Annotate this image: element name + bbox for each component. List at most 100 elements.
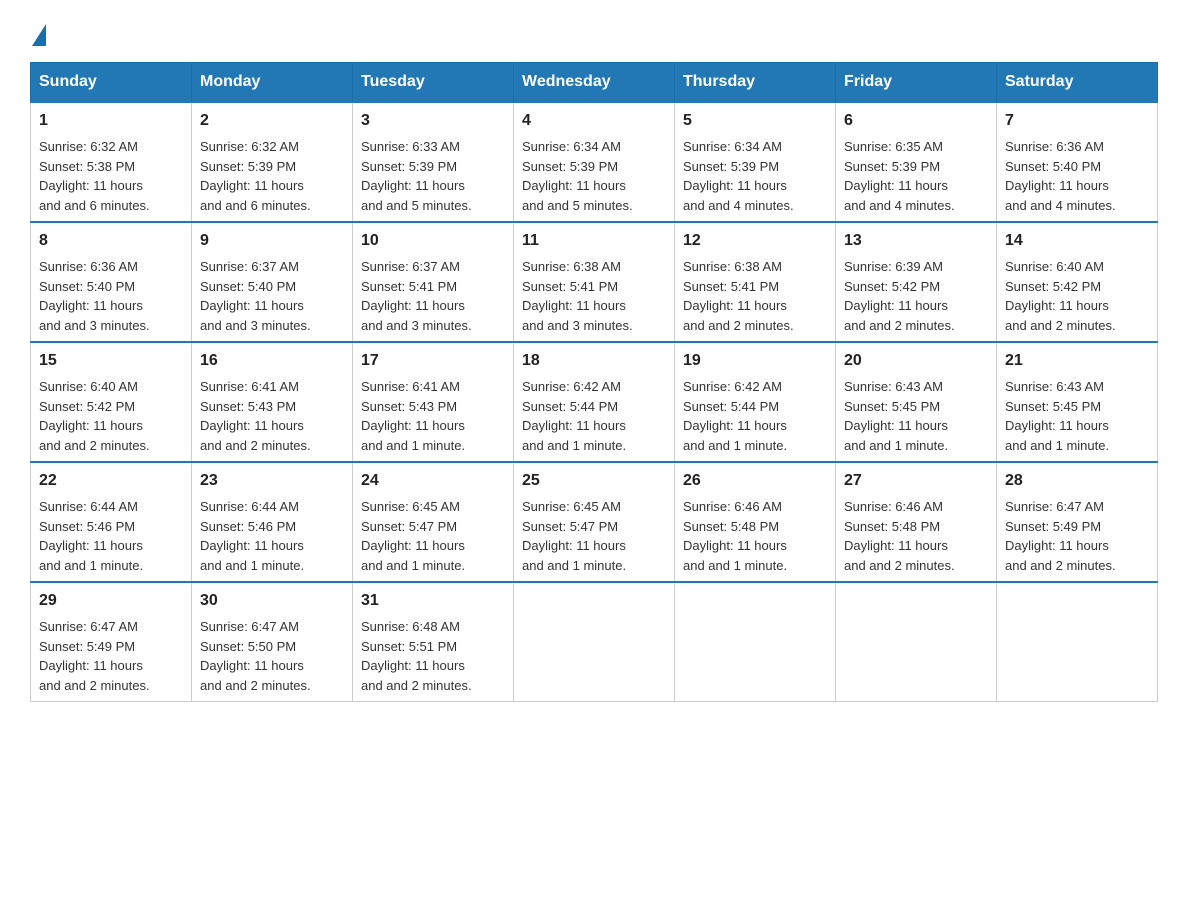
day-info: Sunrise: 6:39 AMSunset: 5:42 PMDaylight:… (844, 257, 988, 335)
calendar-cell: 9Sunrise: 6:37 AMSunset: 5:40 PMDaylight… (192, 222, 353, 342)
calendar-cell: 24 Sunrise: 6:45 AMSunset: 5:47 PMDayligh… (353, 462, 514, 582)
day-info: Sunrise: 6:44 AMSunset: 5:46 PMDaylight:… (200, 497, 344, 575)
day-number: 13 (844, 229, 988, 253)
day-info: Sunrise: 6:40 AMSunset: 5:42 PMDaylight:… (1005, 257, 1149, 335)
calendar-cell: 15Sunrise: 6:40 AMSunset: 5:42 PMDayligh… (31, 342, 192, 462)
calendar-cell: 1Sunrise: 6:32 AMSunset: 5:38 PMDaylight… (31, 102, 192, 222)
calendar-cell: 2 Sunrise: 6:32 AMSunset: 5:39 PMDaylight… (192, 102, 353, 222)
calendar-cell (997, 582, 1158, 702)
calendar-cell: 17Sunrise: 6:41 AMSunset: 5:43 PMDayligh… (353, 342, 514, 462)
day-info: Sunrise: 6:35 AMSunset: 5:39 PMDaylight:… (844, 137, 988, 215)
calendar-week-row-3: 15Sunrise: 6:40 AMSunset: 5:42 PMDayligh… (31, 342, 1158, 462)
day-number: 28 (1005, 469, 1149, 493)
calendar-cell: 7 Sunrise: 6:36 AMSunset: 5:40 PMDaylight… (997, 102, 1158, 222)
day-number: 6 (844, 109, 988, 133)
day-number: 19 (683, 349, 827, 373)
calendar-cell: 25Sunrise: 6:45 AMSunset: 5:47 PMDayligh… (514, 462, 675, 582)
calendar-cell: 16 Sunrise: 6:41 AMSunset: 5:43 PMDayligh… (192, 342, 353, 462)
day-number: 8 (39, 229, 183, 253)
logo-top (30, 20, 46, 46)
day-info: Sunrise: 6:34 AMSunset: 5:39 PMDaylight:… (683, 137, 827, 215)
day-number: 24 (361, 469, 505, 493)
calendar-cell: 19 Sunrise: 6:42 AMSunset: 5:44 PMDayligh… (675, 342, 836, 462)
weekday-header-friday: Friday (836, 63, 997, 103)
day-number: 4 (522, 109, 666, 133)
day-info: Sunrise: 6:45 AMSunset: 5:47 PMDaylight:… (361, 497, 505, 575)
day-number: 20 (844, 349, 988, 373)
weekday-header-sunday: Sunday (31, 63, 192, 103)
day-number: 18 (522, 349, 666, 373)
day-info: Sunrise: 6:41 AMSunset: 5:43 PMDaylight:… (200, 377, 344, 455)
calendar-table: SundayMondayTuesdayWednesdayThursdayFrid… (30, 62, 1158, 702)
calendar-cell: 26 Sunrise: 6:46 AMSunset: 5:48 PMDayligh… (675, 462, 836, 582)
day-number: 5 (683, 109, 827, 133)
day-number: 30 (200, 589, 344, 613)
day-number: 2 (200, 109, 344, 133)
calendar-cell: 29Sunrise: 6:47 AMSunset: 5:49 PMDayligh… (31, 582, 192, 702)
day-info: Sunrise: 6:43 AMSunset: 5:45 PMDaylight:… (1005, 377, 1149, 455)
weekday-header-thursday: Thursday (675, 63, 836, 103)
weekday-header-tuesday: Tuesday (353, 63, 514, 103)
day-info: Sunrise: 6:44 AMSunset: 5:46 PMDaylight:… (39, 497, 183, 575)
calendar-cell: 22Sunrise: 6:44 AMSunset: 5:46 PMDayligh… (31, 462, 192, 582)
weekday-header-row: SundayMondayTuesdayWednesdayThursdayFrid… (31, 63, 1158, 103)
calendar-cell (836, 582, 997, 702)
day-number: 27 (844, 469, 988, 493)
day-number: 14 (1005, 229, 1149, 253)
day-info: Sunrise: 6:38 AMSunset: 5:41 PMDaylight:… (683, 257, 827, 335)
day-info: Sunrise: 6:42 AMSunset: 5:44 PMDaylight:… (683, 377, 827, 455)
calendar-cell: 28 Sunrise: 6:47 AMSunset: 5:49 PMDayligh… (997, 462, 1158, 582)
day-info: Sunrise: 6:36 AMSunset: 5:40 PMDaylight:… (1005, 137, 1149, 215)
weekday-header-monday: Monday (192, 63, 353, 103)
calendar-cell: 13 Sunrise: 6:39 AMSunset: 5:42 PMDayligh… (836, 222, 997, 342)
calendar-cell: 4 Sunrise: 6:34 AMSunset: 5:39 PMDaylight… (514, 102, 675, 222)
day-info: Sunrise: 6:36 AMSunset: 5:40 PMDaylight:… (39, 257, 183, 335)
calendar-cell: 14 Sunrise: 6:40 AMSunset: 5:42 PMDayligh… (997, 222, 1158, 342)
day-number: 15 (39, 349, 183, 373)
day-number: 7 (1005, 109, 1149, 133)
calendar-cell: 21 Sunrise: 6:43 AMSunset: 5:45 PMDayligh… (997, 342, 1158, 462)
day-info: Sunrise: 6:47 AMSunset: 5:50 PMDaylight:… (200, 617, 344, 695)
calendar-cell (675, 582, 836, 702)
calendar-cell: 3Sunrise: 6:33 AMSunset: 5:39 PMDaylight… (353, 102, 514, 222)
calendar-cell: 8 Sunrise: 6:36 AMSunset: 5:40 PMDaylight… (31, 222, 192, 342)
calendar-cell: 18Sunrise: 6:42 AMSunset: 5:44 PMDayligh… (514, 342, 675, 462)
logo-triangle-icon (32, 24, 46, 46)
weekday-header-saturday: Saturday (997, 63, 1158, 103)
weekday-header-wednesday: Wednesday (514, 63, 675, 103)
day-number: 26 (683, 469, 827, 493)
day-number: 16 (200, 349, 344, 373)
day-info: Sunrise: 6:34 AMSunset: 5:39 PMDaylight:… (522, 137, 666, 215)
calendar-cell: 20Sunrise: 6:43 AMSunset: 5:45 PMDayligh… (836, 342, 997, 462)
day-info: Sunrise: 6:46 AMSunset: 5:48 PMDaylight:… (844, 497, 988, 575)
day-info: Sunrise: 6:37 AMSunset: 5:41 PMDaylight:… (361, 257, 505, 335)
calendar-cell: 6 Sunrise: 6:35 AMSunset: 5:39 PMDaylight… (836, 102, 997, 222)
day-number: 29 (39, 589, 183, 613)
day-number: 10 (361, 229, 505, 253)
calendar-cell: 31 Sunrise: 6:48 AMSunset: 5:51 PMDayligh… (353, 582, 514, 702)
day-number: 3 (361, 109, 505, 133)
day-number: 31 (361, 589, 505, 613)
day-info: Sunrise: 6:45 AMSunset: 5:47 PMDaylight:… (522, 497, 666, 575)
day-info: Sunrise: 6:46 AMSunset: 5:48 PMDaylight:… (683, 497, 827, 575)
day-number: 9 (200, 229, 344, 253)
day-number: 1 (39, 109, 183, 133)
day-info: Sunrise: 6:47 AMSunset: 5:49 PMDaylight:… (1005, 497, 1149, 575)
day-info: Sunrise: 6:32 AMSunset: 5:39 PMDaylight:… (200, 137, 344, 215)
calendar-week-row-4: 22Sunrise: 6:44 AMSunset: 5:46 PMDayligh… (31, 462, 1158, 582)
calendar-cell: 30 Sunrise: 6:47 AMSunset: 5:50 PMDayligh… (192, 582, 353, 702)
day-info: Sunrise: 6:48 AMSunset: 5:51 PMDaylight:… (361, 617, 505, 695)
calendar-cell: 10 Sunrise: 6:37 AMSunset: 5:41 PMDayligh… (353, 222, 514, 342)
day-number: 12 (683, 229, 827, 253)
calendar-week-row-5: 29Sunrise: 6:47 AMSunset: 5:49 PMDayligh… (31, 582, 1158, 702)
calendar-cell (514, 582, 675, 702)
day-info: Sunrise: 6:38 AMSunset: 5:41 PMDaylight:… (522, 257, 666, 335)
day-info: Sunrise: 6:41 AMSunset: 5:43 PMDaylight:… (361, 377, 505, 455)
calendar-cell: 5 Sunrise: 6:34 AMSunset: 5:39 PMDaylight… (675, 102, 836, 222)
day-number: 21 (1005, 349, 1149, 373)
calendar-cell: 12 Sunrise: 6:38 AMSunset: 5:41 PMDayligh… (675, 222, 836, 342)
calendar-cell: 11Sunrise: 6:38 AMSunset: 5:41 PMDayligh… (514, 222, 675, 342)
calendar-cell: 27 Sunrise: 6:46 AMSunset: 5:48 PMDayligh… (836, 462, 997, 582)
calendar-week-row-2: 8 Sunrise: 6:36 AMSunset: 5:40 PMDaylight… (31, 222, 1158, 342)
calendar-week-row-1: 1Sunrise: 6:32 AMSunset: 5:38 PMDaylight… (31, 102, 1158, 222)
